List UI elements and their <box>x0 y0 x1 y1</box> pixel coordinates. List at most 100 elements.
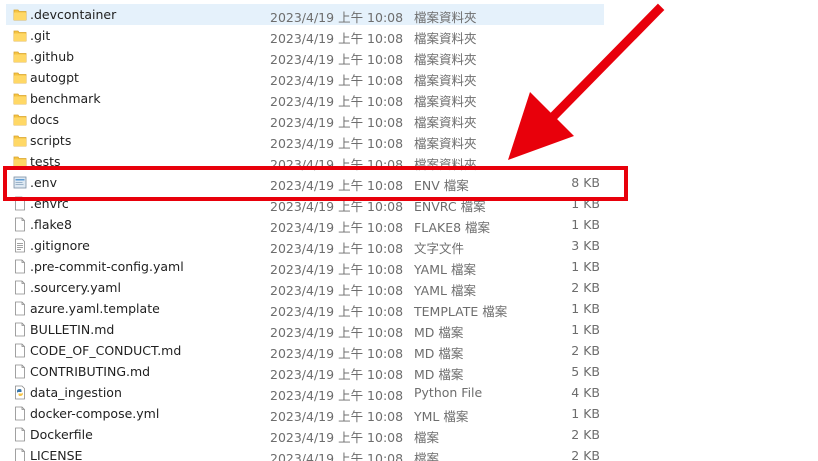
file-size: 8 KB <box>571 175 600 190</box>
file-icon <box>13 343 27 358</box>
file-type: 檔案資料夾 <box>414 94 477 109</box>
file-icon <box>13 259 27 274</box>
file-size: 1 KB <box>571 301 600 316</box>
file-date: 2023/4/19 上午 10:08 <box>270 94 404 109</box>
file-name[interactable]: .pre-commit-config.yaml <box>30 259 184 274</box>
file-row[interactable]: .sourcery.yaml 2023/4/19 上午 10:08 YAML 檔案 2… <box>6 277 604 298</box>
file-date: 2023/4/19 上午 10:08 <box>270 409 404 424</box>
file-date: 2023/4/19 上午 10:08 <box>270 199 404 214</box>
file-type: 檔案資料夾 <box>414 115 477 130</box>
file-row[interactable]: .github 2023/4/19 上午 10:08 檔案資料夾 <box>6 46 604 67</box>
file-row[interactable]: benchmark 2023/4/19 上午 10:08 檔案資料夾 <box>6 88 604 109</box>
file-type: 檔案資料夾 <box>414 10 477 25</box>
file-icon <box>13 406 27 421</box>
file-name[interactable]: .devcontainer <box>30 7 116 22</box>
file-name[interactable]: docs <box>30 112 59 127</box>
file-name[interactable]: data_ingestion <box>30 385 122 400</box>
file-row[interactable]: .git 2023/4/19 上午 10:08 檔案資料夾 <box>6 25 604 46</box>
file-date: 2023/4/19 上午 10:08 <box>270 325 404 340</box>
file-name[interactable]: BULLETIN.md <box>30 322 114 337</box>
file-name[interactable]: scripts <box>30 133 71 148</box>
file-name[interactable]: benchmark <box>30 91 101 106</box>
file-type: MD 檔案 <box>414 346 464 361</box>
file-name[interactable]: CONTRIBUTING.md <box>30 364 150 379</box>
file-date: 2023/4/19 上午 10:08 <box>270 388 404 403</box>
file-size: 3 KB <box>571 238 600 253</box>
file-row[interactable]: data_ingestion 2023/4/19 上午 10:08 Python F… <box>6 382 604 403</box>
file-icon <box>13 322 27 337</box>
file-type: YAML 檔案 <box>414 283 476 298</box>
file-name[interactable]: .env <box>30 175 57 190</box>
file-name[interactable]: CODE_OF_CONDUCT.md <box>30 343 181 358</box>
file-type: 文字文件 <box>414 241 465 256</box>
file-row[interactable]: .flake8 2023/4/19 上午 10:08 FLAKE8 檔案 1 KB <box>6 214 604 235</box>
file-name[interactable]: .git <box>30 28 50 43</box>
file-name[interactable]: .github <box>30 49 74 64</box>
file-date: 2023/4/19 上午 10:08 <box>270 52 404 67</box>
file-row[interactable]: .devcontainer 2023/4/19 上午 10:08 檔案資料夾 <box>6 4 604 25</box>
file-icon <box>13 217 27 232</box>
file-row[interactable]: LICENSE 2023/4/19 上午 10:08 檔案 2 KB <box>6 445 604 461</box>
file-name[interactable]: LICENSE <box>30 448 82 461</box>
file-size: 2 KB <box>571 343 600 358</box>
file-date: 2023/4/19 上午 10:08 <box>270 367 404 382</box>
file-row[interactable]: autogpt 2023/4/19 上午 10:08 檔案資料夾 <box>6 67 604 88</box>
file-row[interactable]: .env 2023/4/19 上午 10:08 ENV 檔案 8 KB <box>6 172 604 193</box>
file-row[interactable]: docs 2023/4/19 上午 10:08 檔案資料夾 <box>6 109 604 130</box>
file-type: 檔案資料夾 <box>414 73 477 88</box>
file-type: 檔案資料夾 <box>414 157 477 172</box>
file-icon <box>13 448 27 461</box>
file-icon <box>13 364 27 379</box>
file-type: FLAKE8 檔案 <box>414 220 491 235</box>
folder-icon <box>13 91 27 106</box>
file-type: ENVRC 檔案 <box>414 199 486 214</box>
file-size: 1 KB <box>571 196 600 211</box>
file-date: 2023/4/19 上午 10:08 <box>270 241 404 256</box>
file-name[interactable]: azure.yaml.template <box>30 301 160 316</box>
file-name[interactable]: tests <box>30 154 61 169</box>
file-size: 1 KB <box>571 259 600 274</box>
file-date: 2023/4/19 上午 10:08 <box>270 346 404 361</box>
file-row[interactable]: scripts 2023/4/19 上午 10:08 檔案資料夾 <box>6 130 604 151</box>
file-date: 2023/4/19 上午 10:08 <box>270 304 404 319</box>
file-row[interactable]: Dockerfile 2023/4/19 上午 10:08 檔案 2 KB <box>6 424 604 445</box>
file-date: 2023/4/19 上午 10:08 <box>270 10 404 25</box>
folder-icon <box>13 49 27 64</box>
file-type: MD 檔案 <box>414 325 464 340</box>
file-type: TEMPLATE 檔案 <box>414 304 508 319</box>
file-date: 2023/4/19 上午 10:08 <box>270 178 404 193</box>
file-type: 檔案資料夾 <box>414 31 477 46</box>
file-name[interactable]: .envrc <box>30 196 69 211</box>
folder-icon <box>13 112 27 127</box>
file-name[interactable]: .sourcery.yaml <box>30 280 121 295</box>
file-row[interactable]: .gitignore 2023/4/19 上午 10:08 文字文件 3 KB <box>6 235 604 256</box>
file-row[interactable]: docker-compose.yml 2023/4/19 上午 10:08 YML … <box>6 403 604 424</box>
file-icon <box>13 427 27 442</box>
file-name[interactable]: .flake8 <box>30 217 72 232</box>
file-type: YML 檔案 <box>414 409 469 424</box>
file-size: 1 KB <box>571 322 600 337</box>
file-row[interactable]: azure.yaml.template 2023/4/19 上午 10:08 TEM… <box>6 298 604 319</box>
file-name[interactable]: docker-compose.yml <box>30 406 159 421</box>
file-row[interactable]: CONTRIBUTING.md 2023/4/19 上午 10:08 MD 檔案 5 … <box>6 361 604 382</box>
file-size: 2 KB <box>571 448 600 461</box>
file-row[interactable]: .pre-commit-config.yaml 2023/4/19 上午 10:0… <box>6 256 604 277</box>
file-row[interactable]: .envrc 2023/4/19 上午 10:08 ENVRC 檔案 1 KB <box>6 193 604 214</box>
text-file-icon <box>13 238 27 253</box>
file-row[interactable]: CODE_OF_CONDUCT.md 2023/4/19 上午 10:08 MD 檔… <box>6 340 604 361</box>
file-date: 2023/4/19 上午 10:08 <box>270 73 404 88</box>
file-name[interactable]: .gitignore <box>30 238 90 253</box>
file-row[interactable]: tests 2023/4/19 上午 10:08 檔案資料夾 <box>6 151 604 172</box>
python-file-icon <box>13 385 27 400</box>
file-type: 檔案 <box>414 430 440 445</box>
folder-icon <box>13 7 27 22</box>
file-date: 2023/4/19 上午 10:08 <box>270 283 404 298</box>
file-name[interactable]: autogpt <box>30 70 79 85</box>
file-name[interactable]: Dockerfile <box>30 427 93 442</box>
file-date: 2023/4/19 上午 10:08 <box>270 262 404 277</box>
file-type: Python File <box>414 385 483 400</box>
folder-icon <box>13 70 27 85</box>
file-row[interactable]: BULLETIN.md 2023/4/19 上午 10:08 MD 檔案 1 KB <box>6 319 604 340</box>
file-type: 檔案資料夾 <box>414 136 477 151</box>
file-type: 檔案 <box>414 451 440 461</box>
